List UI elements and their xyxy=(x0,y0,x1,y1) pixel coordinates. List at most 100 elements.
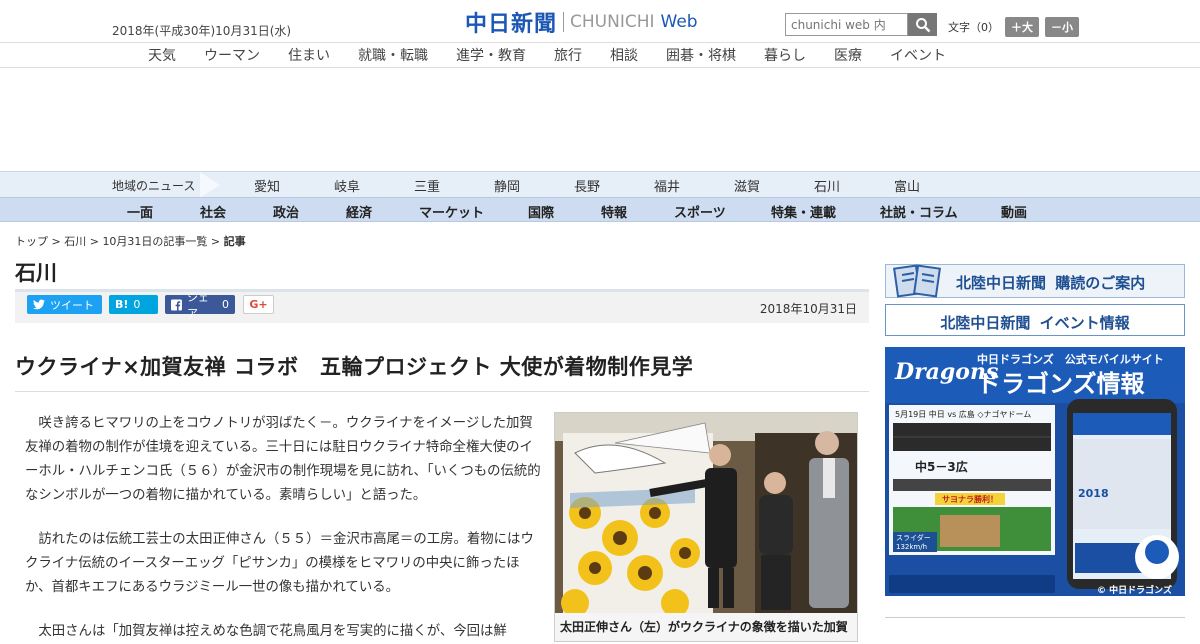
main-nav-item[interactable]: 政治 xyxy=(273,202,299,221)
category-nav-item[interactable]: 住まい xyxy=(288,45,330,65)
region-nav-item[interactable]: 三重 xyxy=(414,176,440,195)
dragons-banner-top: 中日ドラゴンズ 公式モバイルサイト xyxy=(977,352,1164,366)
logo-en: CHUNICHI xyxy=(570,12,655,32)
article-date: 2018年10月31日 xyxy=(759,302,857,316)
breadcrumb-separator: > xyxy=(48,235,65,248)
category-nav-item[interactable]: 暮らし xyxy=(764,45,806,65)
event-info-banner-text: 北陸中日新聞 イベント情報 xyxy=(886,312,1184,333)
search-button[interactable] xyxy=(908,13,937,36)
region-nav-item[interactable]: 滋賀 xyxy=(734,176,760,195)
region-nav-item[interactable]: 愛知 xyxy=(254,176,280,195)
search-input[interactable] xyxy=(785,13,908,36)
article-photo[interactable] xyxy=(554,412,858,642)
hatena-bookmark-button[interactable]: B! 0 xyxy=(109,295,158,314)
event-info-banner[interactable]: 北陸中日新聞 イベント情報 xyxy=(885,304,1185,336)
dragons-score: 中5－3広 xyxy=(915,459,968,474)
main-nav-item[interactable]: 特報 xyxy=(601,202,627,221)
breadcrumb-link[interactable]: トップ xyxy=(15,235,48,248)
category-nav-item[interactable]: イベント xyxy=(890,45,946,65)
main-nav-item[interactable]: 社説・コラム xyxy=(880,202,958,221)
headline-divider xyxy=(15,391,869,392)
header-date: 2018年(平成30年)10月31日(水) xyxy=(112,24,292,38)
breadcrumb-current: 記事 xyxy=(223,235,246,248)
region-nav-item[interactable]: 富山 xyxy=(894,176,920,195)
category-nav-item[interactable]: 囲碁・将棋 xyxy=(666,45,736,65)
logo-web: Web xyxy=(660,12,698,32)
category-nav-item[interactable]: 進学・教育 xyxy=(456,45,526,65)
dragons-info-banner[interactable]: Dragons 中日ドラゴンズ 公式モバイルサイト ドラゴンズ情報 5月19日 … xyxy=(885,347,1185,596)
event-info-banner-title: 北陸中日新聞 xyxy=(940,314,1031,332)
section-title: 石川 xyxy=(15,261,57,285)
google-plus-button[interactable]: G+ xyxy=(243,295,274,314)
photo-image xyxy=(555,413,857,613)
subscription-banner-sub: 購読のご案内 xyxy=(1055,274,1146,292)
facebook-share-button[interactable]: シェア 0 xyxy=(165,291,235,320)
category-nav-item[interactable]: ウーマン xyxy=(204,45,260,65)
dragons-banner-art: Dragons 中日ドラゴンズ 公式モバイルサイト ドラゴンズ情報 5月19日 … xyxy=(885,347,1185,596)
breadcrumb-link[interactable]: 10月31日の記事一覧 xyxy=(102,235,207,248)
main-nav-item[interactable]: 社会 xyxy=(200,202,226,221)
article-paragraph: 咲き誇るヒマワリの上をコウノトリが羽ばたく－。ウクライナをイメージした加賀友禅の… xyxy=(25,416,541,503)
category-nav-item[interactable]: 医療 xyxy=(834,45,862,65)
main-nav-item[interactable]: マーケット xyxy=(419,202,484,221)
subscription-banner-text: 北陸中日新聞 購読のご案内 xyxy=(956,272,1145,293)
newspaper-icon xyxy=(893,264,941,298)
region-nav-item[interactable]: 岐阜 xyxy=(334,176,360,195)
breadcrumb-separator: > xyxy=(207,235,224,248)
site-search xyxy=(785,13,937,36)
breadcrumb-link[interactable]: 石川 xyxy=(64,235,86,248)
logo-kanji: 中日新聞 xyxy=(465,12,558,37)
main-nav-item[interactable]: 一面 xyxy=(127,202,153,221)
twitter-icon xyxy=(33,299,45,310)
dragons-game-info: 5月19日 中日 vs 広島 ◇ナゴヤドーム xyxy=(895,409,1031,419)
share-bar: ツイート B! 0 シェア 0 G+ 2018年10月31日 xyxy=(15,291,869,323)
font-smaller-button[interactable]: －小 xyxy=(1045,17,1079,37)
category-nav-item[interactable]: 旅行 xyxy=(554,45,582,65)
hatena-count: 0 xyxy=(133,298,141,311)
category-nav-item[interactable]: 相談 xyxy=(610,45,638,65)
main-nav-item[interactable]: 動画 xyxy=(1001,202,1027,221)
main-nav-item[interactable]: 国際 xyxy=(528,202,554,221)
main-nav-item[interactable]: 経済 xyxy=(346,202,372,221)
region-nav-item[interactable]: 福井 xyxy=(654,176,680,195)
category-nav: 天気 ウーマン 住まい 就職・転職 進学・教育 旅行 相談 囲碁・将棋 暮らし … xyxy=(0,43,1200,68)
category-nav-item[interactable]: 就職・転職 xyxy=(358,45,428,65)
tweet-label: ツイート xyxy=(50,298,94,312)
breadcrumb-separator: > xyxy=(86,235,103,248)
search-icon xyxy=(915,17,930,32)
article-paragraph: 太田さんは「加賀友禅は控えめな色調で花鳥風月を写実的に描くが、今回は鮮 xyxy=(38,624,507,639)
font-size-label: 文字（0） xyxy=(948,21,999,34)
facebook-share-label: シェア xyxy=(186,290,209,320)
hatena-icon: B! xyxy=(115,298,129,311)
dragons-pitch-speed: 132km/h xyxy=(896,543,927,551)
main-nav-item[interactable]: 特集・連載 xyxy=(771,202,836,221)
subscription-banner[interactable]: 北陸中日新聞 購読のご案内 xyxy=(885,264,1185,298)
facebook-share-count: 0 xyxy=(222,298,229,311)
site-header: 2018年(平成30年)10月31日(水) 中日新聞 CHUNICHI Web … xyxy=(0,0,1200,43)
site-logo[interactable]: 中日新聞 CHUNICHI Web xyxy=(465,9,698,37)
font-bigger-button[interactable]: ＋大 xyxy=(1005,17,1039,37)
region-nav-item[interactable]: 石川 xyxy=(814,176,840,195)
photo-caption: 太田正伸さん（左）がウクライナの象徴を描いた加賀 xyxy=(560,620,848,634)
logo-divider xyxy=(563,12,565,32)
region-nav-arrow xyxy=(200,172,220,198)
font-size-control: 文字（0） ＋大 －小 xyxy=(948,17,1079,37)
main-nav: 一面 社会 政治 経済 マーケット 国際 特報 スポーツ 特集・連載 社説・コラ… xyxy=(0,197,1200,222)
region-nav-item[interactable]: 長野 xyxy=(574,176,600,195)
region-nav-item[interactable]: 静岡 xyxy=(494,176,520,195)
sidebar-divider xyxy=(885,617,1185,618)
event-info-banner-sub: イベント情報 xyxy=(1039,314,1130,332)
dragons-copyright: © 中日ドラゴンズ xyxy=(1097,584,1172,596)
category-nav-item[interactable]: 天気 xyxy=(148,45,176,65)
dragons-banner-title: ドラゴンズ情報 xyxy=(977,370,1146,398)
main-nav-item[interactable]: スポーツ xyxy=(674,202,726,221)
breadcrumb: トップ > 石川 > 10月31日の記事一覧 > 記事 xyxy=(15,233,246,249)
dragons-year: 2018 xyxy=(1078,487,1109,500)
region-nav: 地域のニュース 愛知 岐阜 三重 静岡 長野 福井 滋賀 石川 富山 xyxy=(0,171,1200,198)
region-nav-label: 地域のニュース xyxy=(112,179,196,193)
article-paragraph: 訪れたのは伝統工芸士の太田正伸さん（５５）＝金沢市高尾＝の工房。着物にはウクライ… xyxy=(25,532,534,595)
tweet-button[interactable]: ツイート xyxy=(27,295,102,314)
dragons-pitch-type: スライダー xyxy=(896,533,931,542)
subscription-banner-title: 北陸中日新聞 xyxy=(956,274,1047,292)
dragons-sayonara: サヨナラ勝利！ xyxy=(942,494,998,504)
